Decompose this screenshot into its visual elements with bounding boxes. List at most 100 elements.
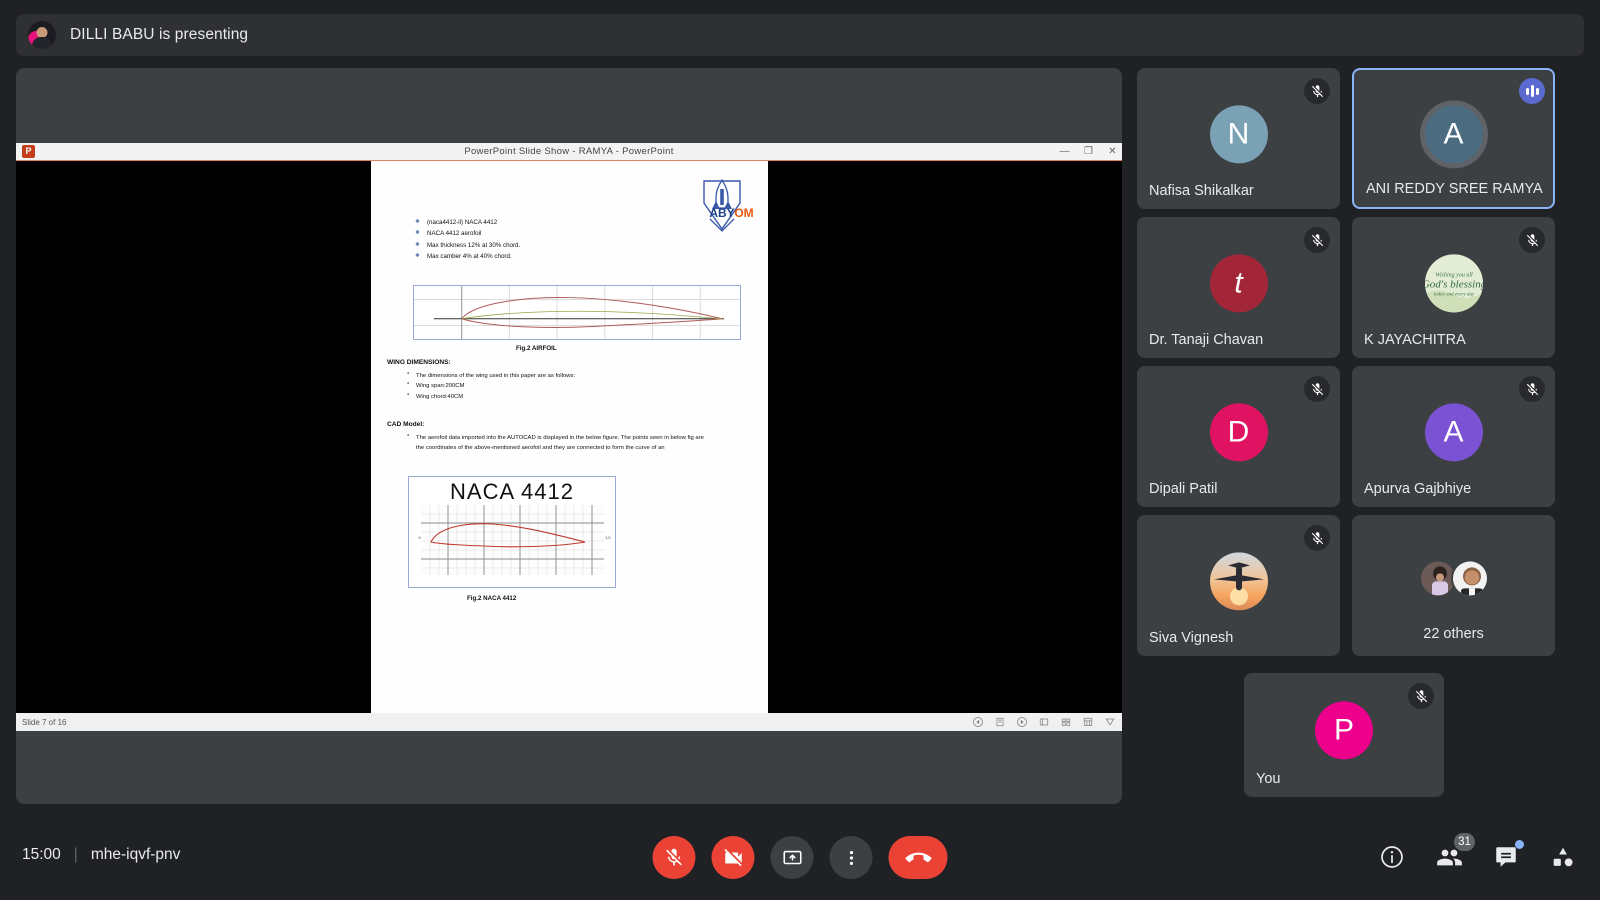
slide-bullet-list-specs: (naca4412-il) NACA 4412 NACA 4412 aerofo… (415, 217, 705, 263)
list-item: (naca4412-il) NACA 4412 (415, 217, 705, 228)
participant-count-badge: 31 (1454, 833, 1475, 851)
end-call-button[interactable] (888, 836, 948, 879)
list-item: The aerofoil data imported into the AUTO… (405, 433, 710, 454)
restore-icon[interactable]: ❐ (1083, 147, 1094, 157)
avatar (1209, 551, 1268, 610)
avatar (1450, 558, 1489, 597)
self-view-tile[interactable]: P You (1244, 673, 1444, 797)
mic-off-icon (1304, 227, 1330, 253)
self-view-name: You (1256, 771, 1281, 787)
chat-unread-dot (1515, 840, 1524, 849)
airfoil-figure-caption: Fig.2 AIRFOIL (516, 345, 557, 352)
participant-tile-apurva-gajbhiye[interactable]: A Apurva Gajbhiye (1352, 366, 1555, 507)
more-vertical-icon (849, 850, 853, 865)
slide-view-icon[interactable] (1038, 716, 1050, 728)
next-slide-icon[interactable] (1016, 716, 1028, 728)
svg-text:today and every day: today and every day (1433, 292, 1474, 297)
previous-slide-icon[interactable] (972, 716, 984, 728)
meeting-time: 15:00 (22, 846, 61, 863)
video-off-icon (723, 848, 742, 866)
presenter-avatar (28, 21, 56, 49)
more-options-icon[interactable] (1104, 716, 1116, 728)
window-control-group: — ❐ ✕ (1059, 143, 1118, 161)
powerpoint-window-title: PowerPoint Slide Show - RAMYA - PowerPoi… (464, 146, 674, 157)
avatar: D (1209, 402, 1268, 461)
participant-name: Nafisa Shikalkar (1149, 183, 1254, 199)
meeting-bottom-bar: 15:00 | mhe-iqvf-pnv 31 (0, 816, 1600, 900)
meeting-details-button[interactable] (1377, 842, 1407, 872)
naca-axis-label-left: 0 (418, 535, 421, 541)
powerpoint-titlebar: P PowerPoint Slide Show - RAMYA - PowerP… (16, 143, 1122, 161)
audio-level-icon (1519, 78, 1545, 104)
meeting-right-controls: 31 (1377, 833, 1578, 872)
cad-model-heading: CAD Model: (387, 421, 425, 428)
present-icon (782, 850, 802, 864)
microphone-off-button[interactable] (652, 836, 696, 879)
participant-name: Siva Vignesh (1149, 630, 1234, 646)
pen-tools-icon[interactable] (994, 716, 1006, 728)
chat-icon (1496, 847, 1516, 867)
list-item: Wing span:200CM (405, 381, 705, 391)
activities-icon (1553, 847, 1573, 867)
participant-name: Apurva Gajbhiye (1364, 481, 1472, 497)
slide-canvas: ABY OM (naca4412-il) NACA 4412 NACA 4412… (16, 161, 1122, 713)
participant-tile-nafisa-shikalkar[interactable]: N Nafisa Shikalkar (1137, 68, 1340, 209)
list-item: Max camber 4% at 40% chord. (415, 251, 705, 262)
participant-name: K JAYACHITRA (1364, 332, 1466, 348)
presenting-status-text: DILLI BABU is presenting (70, 26, 249, 43)
shared-screen-stage[interactable]: P PowerPoint Slide Show - RAMYA - PowerP… (16, 68, 1122, 804)
avatar: t (1209, 253, 1268, 312)
wing-dimensions-heading: WING DIMENSIONS: (387, 359, 451, 366)
call-end-icon (905, 852, 931, 862)
mic-off-icon (1519, 376, 1545, 402)
svg-text:OM: OM (734, 206, 753, 220)
participant-name: Dr. Tanaji Chavan (1149, 332, 1264, 348)
show-everyone-button[interactable]: 31 (1434, 833, 1475, 872)
present-screen-button[interactable] (770, 836, 814, 879)
naca-figure-caption: Fig.2 NACA 4412 (467, 595, 517, 602)
participant-tile-dipali-patil[interactable]: D Dipali Patil (1137, 366, 1340, 507)
call-controls (652, 836, 948, 879)
powerpoint-app-icon: P (22, 145, 35, 158)
list-item: NACA 4412 aerofoil (415, 228, 705, 239)
avatar: P (1315, 701, 1373, 760)
participant-tile-k-jayachitra[interactable]: Wishing you all God's blessing today and… (1352, 217, 1555, 358)
participant-name: Dipali Patil (1149, 481, 1218, 497)
meeting-info-group: 15:00 | mhe-iqvf-pnv (22, 846, 180, 864)
wing-dimensions-list: The dimensions of the wing used in this … (405, 371, 705, 402)
participant-name: ANI REDDY SREE RAMYA (1366, 181, 1543, 197)
zoom-slide-icon[interactable] (1082, 716, 1094, 728)
mic-off-icon (1304, 525, 1330, 551)
avatar: A (1424, 104, 1483, 163)
more-options-button[interactable] (829, 836, 873, 879)
presenting-banner: DILLI BABU is presenting (16, 14, 1584, 56)
participant-tile-ani-reddy-sree-ramya[interactable]: A ANI REDDY SREE RAMYA (1352, 68, 1555, 209)
chat-button[interactable] (1491, 840, 1524, 872)
close-icon[interactable]: ✕ (1107, 147, 1118, 157)
list-item: Max thickness 12% at 30% chord. (415, 240, 705, 251)
camera-off-button[interactable] (711, 836, 755, 879)
participant-tile-dr-tanaji-chavan[interactable]: t Dr. Tanaji Chavan (1137, 217, 1340, 358)
meta-separator: | (73, 846, 78, 863)
slideshow-controls (972, 713, 1116, 731)
mic-off-icon (1408, 683, 1434, 709)
slide-page: ABY OM (naca4412-il) NACA 4412 NACA 4412… (371, 161, 768, 713)
cad-model-list: The aerofoil data imported into the AUTO… (405, 433, 710, 454)
slide-counter-label: Slide 7 of 16 (22, 717, 67, 727)
naca-axis-label-right: 1,0 (604, 535, 611, 541)
avatar: A (1424, 402, 1483, 461)
naca-4412-figure: NACA 4412 0 1,0 (408, 476, 616, 588)
powerpoint-status-bar: Slide 7 of 16 (16, 713, 1122, 731)
mic-off-icon (1304, 78, 1330, 104)
all-slides-icon[interactable] (1060, 716, 1072, 728)
mic-off-icon (666, 848, 682, 866)
avatar: Wishing you all God's blessing today and… (1424, 253, 1483, 312)
activities-button[interactable] (1548, 842, 1578, 872)
minimize-icon[interactable]: — (1059, 147, 1070, 157)
participant-tile-siva-vignesh[interactable]: Siva Vignesh (1137, 515, 1340, 656)
avatar: N (1209, 104, 1268, 163)
more-participants-tile[interactable]: 22 others (1352, 515, 1555, 656)
naca-airfoil-plot: 0 1,0 (418, 505, 611, 576)
powerpoint-window: P PowerPoint Slide Show - RAMYA - PowerP… (16, 143, 1122, 731)
list-item: The dimensions of the wing used in this … (405, 371, 705, 381)
